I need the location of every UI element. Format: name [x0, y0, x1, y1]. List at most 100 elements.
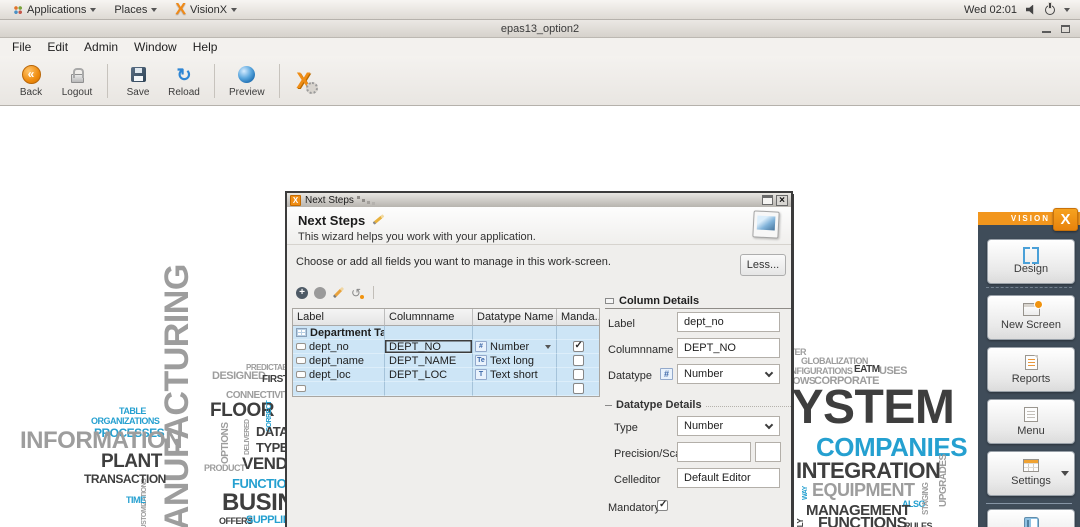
table-row[interactable]: dept_locDEPT_LOCTText short — [293, 368, 599, 382]
label-input[interactable] — [677, 312, 780, 332]
clock[interactable]: Wed 02:01 — [964, 4, 1017, 16]
type-select[interactable]: Number — [677, 416, 780, 436]
wordcloud-word: DIRECTLY — [797, 519, 805, 527]
visionx-gear-icon[interactable] — [291, 70, 317, 92]
menubar-item-edit[interactable]: Edit — [39, 38, 76, 56]
wizard-header: Next Steps This wizard helps you work wi… — [287, 207, 791, 245]
table-row[interactable]: dept_name DEPT_NAMETeText long — [293, 354, 599, 368]
desktop-top-bar: ApplicationsPlacesVisionX Wed 02:01 — [0, 0, 1080, 20]
collapse-dash-icon[interactable] — [605, 405, 612, 406]
cell-label[interactable] — [293, 382, 385, 396]
mandatory-checkbox[interactable] — [657, 500, 668, 511]
toolbar-button-save[interactable]: Save — [115, 64, 161, 98]
cell-columnname[interactable]: DEPT_LOC — [385, 368, 473, 382]
dialog-maximize-icon[interactable] — [762, 195, 773, 205]
cell-label[interactable]: Department Ta... — [293, 326, 385, 340]
field-icon — [296, 371, 306, 378]
toolbar-button-reload[interactable]: Reload — [161, 64, 207, 98]
preview-icon — [238, 66, 255, 83]
celleditor-input[interactable] — [677, 468, 780, 488]
cell-datatype[interactable] — [473, 326, 557, 340]
minimize-icon[interactable] — [1042, 31, 1051, 33]
toolbar-button-label: Save — [122, 87, 154, 98]
cell-mandatory[interactable] — [557, 326, 599, 340]
cell-datatype[interactable]: TText short — [473, 368, 557, 382]
toolbar-button-back[interactable]: Back — [8, 64, 54, 98]
sidebar-button-label: Reports — [988, 374, 1074, 385]
mandatory-checkbox[interactable] — [573, 383, 584, 394]
datatype-field-label: Datatype — [608, 370, 652, 382]
cell-label[interactable]: dept_no — [293, 340, 385, 354]
chevron-down-icon[interactable] — [1064, 8, 1070, 12]
type-select-value: Number — [684, 420, 723, 432]
toolbar-button-logout[interactable]: Logout — [54, 64, 100, 98]
cell-columnname[interactable] — [385, 382, 473, 396]
mandatory-checkbox[interactable] — [573, 369, 584, 380]
topbar-menu-applications[interactable]: Applications — [4, 0, 105, 20]
sidebar-button-menu[interactable]: Menu — [987, 399, 1075, 444]
menubar-item-window[interactable]: Window — [126, 38, 185, 56]
sidebar-button-design[interactable]: Design — [987, 239, 1075, 284]
menubar-item-file[interactable]: File — [4, 38, 39, 56]
table-row[interactable]: dept_noDEPT_NO#Number — [293, 340, 599, 354]
datatype-details-title: Datatype Details — [616, 399, 702, 411]
cell-columnname[interactable] — [385, 326, 473, 340]
topbar-menu-places[interactable]: Places — [105, 0, 166, 20]
scale-input[interactable] — [755, 442, 781, 462]
cell-columnname[interactable]: DEPT_NAME — [385, 354, 473, 368]
table-row[interactable]: Department Ta... — [293, 326, 599, 340]
table-header-manda[interactable]: Manda... — [557, 309, 599, 326]
cell-datatype[interactable] — [473, 382, 557, 396]
cell-datatype[interactable]: #Number — [473, 340, 557, 354]
label-field-label: Label — [608, 318, 635, 330]
wordcloud-word: PLANT — [101, 452, 162, 471]
wordcloud-word: DESIGNED — [212, 371, 265, 382]
next-steps-dialog: Next Steps Next Steps This wizard helps … — [285, 191, 793, 527]
chevron-down-icon — [765, 421, 773, 429]
table-header-datatype-name[interactable]: Datatype Name — [473, 309, 557, 326]
precision-input[interactable] — [677, 442, 751, 462]
table-header-columnname[interactable]: Columnname — [385, 309, 473, 326]
sidebar-button-new-screen[interactable]: New Screen — [987, 295, 1075, 340]
toolbar-button-preview[interactable]: Preview — [222, 64, 272, 98]
table-row[interactable] — [293, 382, 599, 396]
field-label: dept_name — [309, 355, 364, 367]
chevron-down-icon[interactable] — [1061, 471, 1069, 476]
cell-label[interactable]: dept_loc — [293, 368, 385, 382]
import-icon[interactable] — [351, 287, 364, 299]
visionx-close-icon[interactable] — [1053, 208, 1078, 231]
cell-mandatory[interactable] — [557, 368, 599, 382]
columnname-input[interactable] — [677, 338, 780, 358]
mandatory-checkbox[interactable] — [573, 355, 584, 366]
number-datatype-icon: # — [660, 368, 673, 380]
collapse-icon[interactable] — [605, 298, 614, 304]
menubar-item-admin[interactable]: Admin — [76, 38, 126, 56]
window-titlebar[interactable]: epas13_option2 — [0, 20, 1080, 38]
menubar-item-help[interactable]: Help — [185, 38, 226, 56]
cell-mandatory[interactable] — [557, 354, 599, 368]
maximize-icon[interactable] — [1061, 25, 1070, 33]
sidebar-button-settings[interactable]: Settings — [987, 451, 1075, 496]
edit-icon[interactable] — [332, 286, 345, 299]
sidebar-button-reports[interactable]: Reports — [987, 347, 1075, 392]
dialog-close-icon[interactable] — [776, 195, 788, 206]
sidebar-button-documents[interactable]: Documents — [987, 509, 1075, 527]
add-icon[interactable] — [296, 287, 308, 299]
cell-datatype[interactable]: TeText long — [473, 354, 557, 368]
remove-icon[interactable] — [314, 287, 326, 299]
topbar-menu-visionx[interactable]: VisionX — [166, 0, 246, 20]
cell-mandatory[interactable] — [557, 340, 599, 354]
dialog-titlebar[interactable]: Next Steps — [287, 193, 791, 207]
mandatory-checkbox[interactable] — [573, 341, 584, 352]
volume-icon[interactable] — [1026, 5, 1036, 15]
cell-label[interactable]: dept_name — [293, 354, 385, 368]
cell-columnname[interactable]: DEPT_NO — [385, 340, 473, 354]
less-button[interactable]: Less... — [740, 254, 786, 276]
power-icon[interactable] — [1045, 5, 1055, 15]
wizard-heading: Next Steps — [298, 213, 385, 228]
toolbar-separator — [373, 286, 374, 299]
datatype-select[interactable]: Number — [677, 364, 780, 384]
cell-mandatory[interactable] — [557, 382, 599, 396]
toolbar-button-label: Back — [15, 87, 47, 98]
table-header-label[interactable]: Label — [293, 309, 385, 326]
